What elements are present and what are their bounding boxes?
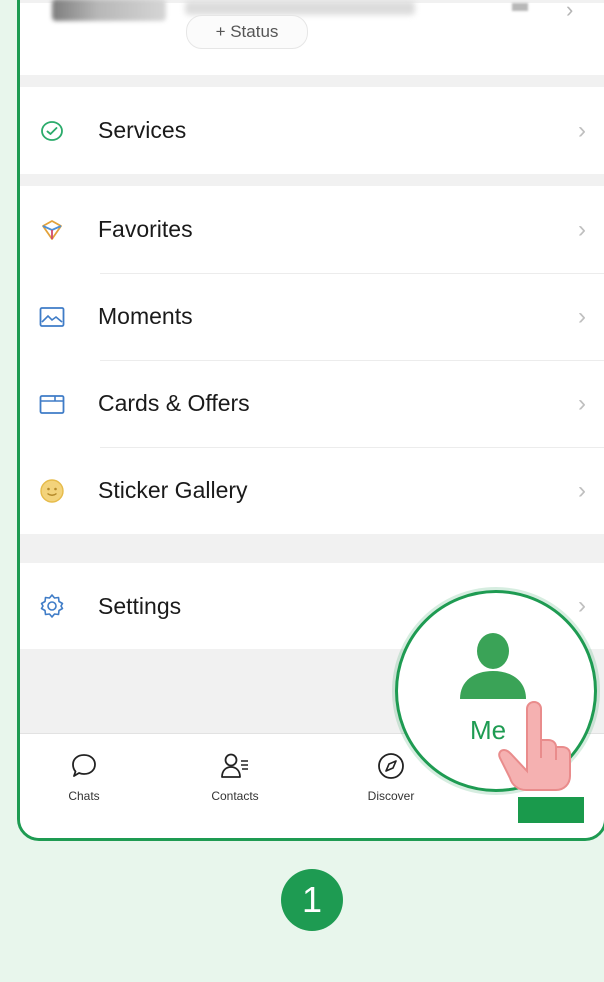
chevron-right-icon: ›	[578, 476, 586, 504]
tab-label: Chats	[68, 789, 100, 803]
menu-item-label: Settings	[98, 592, 182, 619]
menu-item-label: Sticker Gallery	[98, 477, 248, 503]
menu-item-label: Favorites	[98, 216, 193, 242]
sticker-icon	[37, 476, 67, 506]
favorites-icon	[37, 215, 67, 245]
cards-icon	[37, 389, 67, 419]
settings-icon	[37, 591, 67, 621]
menu-item-label: Moments	[98, 303, 193, 329]
qr-code-icon[interactable]	[512, 3, 528, 11]
avatar[interactable]	[52, 0, 166, 21]
chat-bubble-icon	[34, 749, 134, 783]
step-number-badge: 1	[281, 869, 343, 931]
menu-group-main: Favorites › Moments › Cards & Offers › S…	[20, 186, 604, 534]
person-icon	[460, 633, 526, 699]
chevron-right-icon: ›	[578, 389, 586, 417]
profile-name-blurred	[185, 1, 415, 15]
services-icon	[37, 116, 67, 146]
menu-item-label: Cards & Offers	[98, 390, 250, 416]
menu-item-label: Services	[98, 117, 187, 143]
menu-item-cards-offers[interactable]: Cards & Offers ›	[20, 360, 604, 447]
menu-group-services: Services ›	[20, 87, 604, 174]
tab-contacts[interactable]: Contacts	[185, 749, 285, 803]
pointing-hand-icon	[498, 700, 571, 791]
add-status-button[interactable]: + Status	[186, 15, 308, 49]
tab-label: Discover	[367, 789, 415, 803]
menu-item-favorites[interactable]: Favorites ›	[20, 186, 604, 273]
chevron-right-icon: ›	[578, 116, 586, 144]
chevron-right-icon: ›	[578, 592, 586, 619]
menu-item-moments[interactable]: Moments ›	[20, 273, 604, 360]
menu-item-services[interactable]: Services ›	[20, 87, 604, 174]
chevron-right-icon: ›	[566, 0, 574, 22]
tab-chats[interactable]: Chats	[34, 749, 134, 803]
tab-label: Contacts	[211, 789, 259, 803]
contacts-icon	[185, 749, 285, 783]
moments-icon	[37, 302, 67, 332]
tab-indicator	[518, 797, 584, 823]
chevron-right-icon: ›	[578, 215, 586, 243]
profile-section[interactable]: › + Status	[20, 0, 604, 75]
chevron-right-icon: ›	[578, 302, 586, 330]
menu-item-sticker-gallery[interactable]: Sticker Gallery ›	[20, 447, 604, 534]
